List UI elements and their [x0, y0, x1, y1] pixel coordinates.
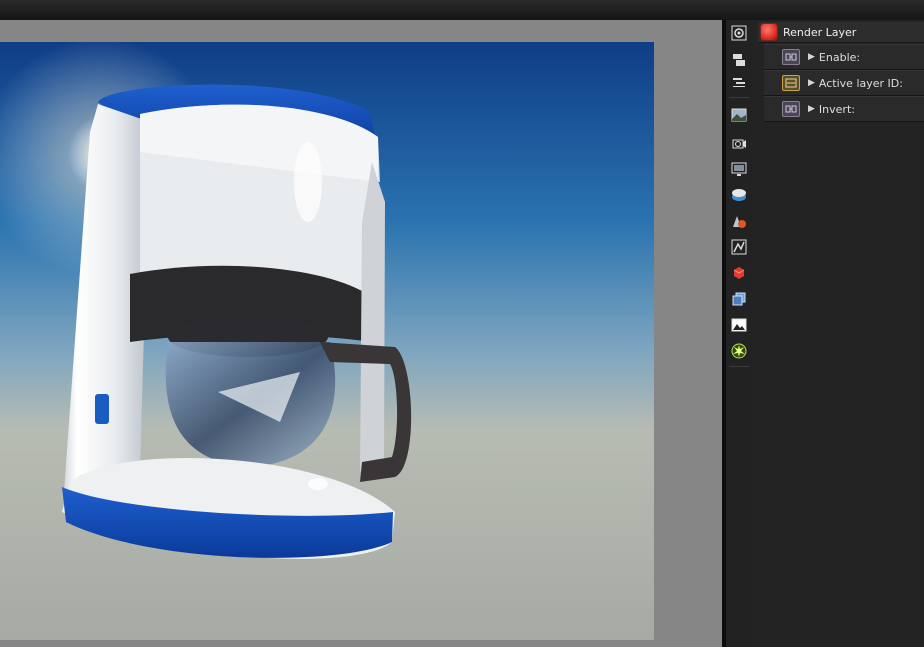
bool-pin-icon[interactable]: [782, 49, 800, 65]
param-enable[interactable]: ▶ Enable:: [764, 44, 924, 70]
node-toolbar: [726, 20, 752, 647]
render-layer-icon[interactable]: [730, 264, 748, 282]
render-viewport[interactable]: [0, 20, 722, 647]
param-label: Enable:: [818, 50, 861, 64]
camera-icon[interactable]: [730, 134, 748, 152]
render-layer-title: Render Layer: [783, 25, 857, 39]
int-pin-icon[interactable]: [782, 75, 800, 91]
pipeline-icon[interactable]: [730, 73, 748, 91]
render-layer-header[interactable]: Render Layer: [758, 22, 924, 43]
param-active-layer-id[interactable]: ▶ Active layer ID:: [764, 70, 924, 96]
expand-triangle-icon[interactable]: ▶: [808, 52, 815, 62]
param-invert[interactable]: ▶ Invert:: [764, 96, 924, 122]
material-icon[interactable]: [730, 212, 748, 230]
display-icon[interactable]: [730, 160, 748, 178]
expand-triangle-icon[interactable]: ▶: [808, 104, 815, 114]
param-label: Invert:: [818, 102, 855, 116]
image-icon[interactable]: [730, 316, 748, 334]
layers-icon[interactable]: [730, 51, 748, 69]
light-icon[interactable]: [730, 342, 748, 360]
node-inspector-panel: Render Layer ▶ Enable: ▶ Active layer ID…: [752, 20, 924, 647]
image-preview-icon[interactable]: [730, 106, 748, 124]
cube-stack-icon[interactable]: [730, 290, 748, 308]
render-image[interactable]: [0, 42, 654, 640]
render-layer-node-icon: [760, 23, 778, 41]
expand-triangle-icon[interactable]: ▶: [808, 78, 815, 88]
coffee-maker-render-image: [0, 42, 412, 559]
environment-icon[interactable]: [730, 186, 748, 204]
param-label: Active layer ID:: [818, 76, 903, 90]
texture-icon[interactable]: [730, 238, 748, 256]
title-bar: [0, 0, 924, 21]
bool-pin-icon[interactable]: [782, 101, 800, 117]
render-settings-icon[interactable]: [730, 24, 748, 42]
